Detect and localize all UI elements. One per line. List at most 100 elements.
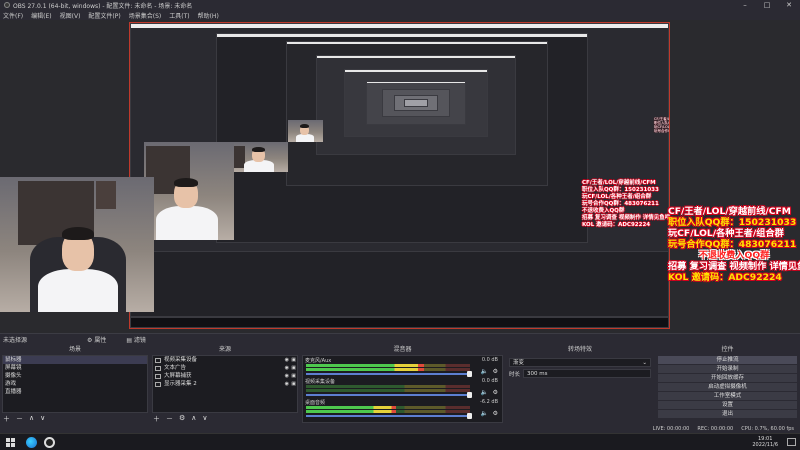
speaker-icon[interactable]: 🔈 xyxy=(481,389,488,396)
add-scene-button[interactable]: ＋ xyxy=(3,414,10,424)
overlay-line: 不退收费入QQ群 xyxy=(698,250,770,261)
level-meter xyxy=(306,406,397,409)
move-down-icon[interactable]: ∨ xyxy=(202,414,207,424)
notification-icon[interactable] xyxy=(787,438,796,446)
scene-item[interactable]: 鼠标器 xyxy=(3,356,147,364)
system-clock[interactable]: 19:01 2022/11/6 xyxy=(752,436,778,448)
start-replay-buffer-button[interactable]: 开始回放缓存 xyxy=(658,374,797,382)
webcam-feed-large xyxy=(144,142,234,240)
level-meter xyxy=(306,410,397,413)
gear-icon[interactable]: ⚙ xyxy=(493,410,498,417)
settings-button[interactable]: 设置 xyxy=(658,401,797,409)
add-source-button[interactable]: ＋ xyxy=(153,414,160,424)
volume-slider[interactable] xyxy=(306,392,472,398)
move-up-icon[interactable]: ∧ xyxy=(191,414,196,424)
move-down-icon[interactable]: ∨ xyxy=(40,414,45,424)
rec-timer: REC: 00:00:00 xyxy=(697,426,734,432)
speaker-icon[interactable]: 🔈 xyxy=(481,368,488,375)
source-item[interactable]: 文本广告 ◉ ▣ xyxy=(153,364,297,372)
source-item[interactable]: 显示器采集 2 ◉ ▣ xyxy=(153,380,297,388)
volume-knob[interactable] xyxy=(467,413,472,419)
maximize-button[interactable]: □ xyxy=(756,0,778,10)
level-meter xyxy=(306,368,425,371)
sources-dock: 来源 视频采集设备 ◉ ▣ 文本广告 ◉ ▣ 大屏幕捕获 ◉ ▣ 显示器采集 2… xyxy=(150,345,300,425)
studio-mode-button[interactable]: 工作室模式 xyxy=(658,392,797,400)
overlay-line: 玩号合作QQ群：483076211 xyxy=(668,239,797,250)
lock-icon[interactable]: ▣ xyxy=(291,372,296,380)
window-icon xyxy=(155,373,161,379)
preview-area[interactable]: CF/王者/LOL/穿越前线/CFM 职位入队QQ群：150231033 玩CF… xyxy=(0,20,800,333)
scene-item[interactable]: 屏幕镜 xyxy=(3,364,147,372)
overlay-line: 玩CF/LOL/各种王者/组合群 xyxy=(668,228,784,239)
cpu-fps: CPU: 0.7%, 60.00 fps xyxy=(741,426,794,432)
remove-scene-button[interactable]: － xyxy=(16,414,23,424)
start-virtual-camera-button[interactable]: 启动虚拟摄像机 xyxy=(658,383,797,391)
no-source-label: 未选择源 xyxy=(3,337,28,344)
scene-item[interactable]: 摄像头 xyxy=(3,372,147,380)
filters-button[interactable]: ▤ 滤镜 xyxy=(126,335,156,344)
gear-icon[interactable]: ⚙ xyxy=(493,368,498,375)
duration-input[interactable]: 300 ms xyxy=(523,369,651,378)
windows-start-icon[interactable] xyxy=(6,438,15,447)
lock-icon[interactable]: ▣ xyxy=(291,364,296,372)
volume-slider[interactable] xyxy=(306,371,472,377)
status-bar: LIVE: 00:00:00 REC: 00:00:00 CPU: 0.7%, … xyxy=(0,425,800,433)
windows-taskbar: 19:01 2022/11/6 xyxy=(0,433,800,450)
visibility-eye-icon[interactable]: ◉ xyxy=(285,364,289,372)
controls-title: 控件 xyxy=(721,346,734,353)
menu-view[interactable]: 视图(V) xyxy=(60,11,81,20)
monitor-icon xyxy=(155,381,161,387)
transition-select[interactable]: 渐变 ⌄ xyxy=(509,358,651,367)
nested-overlay-text: CF/王者/LOL/穿越前线/CFM 职位入队QQ群：150231033 玩CF… xyxy=(654,117,670,133)
start-recording-button[interactable]: 开始录制 xyxy=(658,365,797,373)
overlay-text-medium: CF/王者/LOL/穿越前线/CFM 职位入队QQ群：150231033 玩CF… xyxy=(582,180,671,228)
gear-icon[interactable]: ⚙ xyxy=(493,389,498,396)
menu-help[interactable]: 帮助(H) xyxy=(198,11,219,20)
window-controls: – □ ✕ xyxy=(734,0,800,10)
transitions-title: 转场特效 xyxy=(567,346,592,353)
overlay-line: 招募 复习调查 视频制作 详情见鱼吧 xyxy=(668,261,800,272)
mixer-channel-video: 视频采集设备 0.0 dB 🔈 ⚙ xyxy=(305,378,498,398)
scenes-title: 场景 xyxy=(68,346,81,353)
source-toolbar: 未选择源 ⚙ 属性 ▤ 滤镜 xyxy=(0,333,800,345)
lock-icon[interactable]: ▣ xyxy=(291,380,296,388)
speaker-icon[interactable]: 🔈 xyxy=(481,410,488,417)
visibility-eye-icon[interactable]: ◉ xyxy=(285,372,289,380)
minimize-button[interactable]: – xyxy=(734,0,756,10)
menu-bar: 文件(F) 编辑(E) 视图(V) 配置文件(P) 场景集合(S) 工具(T) … xyxy=(0,10,800,20)
gear-icon[interactable]: ⚙ xyxy=(179,414,185,424)
menu-edit[interactable]: 编辑(E) xyxy=(31,11,51,20)
menu-profile[interactable]: 配置文件(P) xyxy=(88,11,120,20)
sources-toolbar: ＋ － ⚙ ∧ ∨ xyxy=(153,414,208,424)
nested-taskbar xyxy=(130,317,669,328)
source-item[interactable]: 大屏幕捕获 ◉ ▣ xyxy=(153,372,297,380)
sources-list: 视频采集设备 ◉ ▣ 文本广告 ◉ ▣ 大屏幕捕获 ◉ ▣ 显示器采集 2 ◉ … xyxy=(152,355,298,413)
overlay-text-main: CF/王者/LOL/穿越前线/CFM 职位入队QQ群：150231033 玩CF… xyxy=(668,206,800,283)
exit-button[interactable]: 退出 xyxy=(658,410,797,418)
volume-slider[interactable] xyxy=(306,413,472,419)
edge-browser-icon[interactable] xyxy=(26,437,37,448)
scene-item[interactable]: 游戏 xyxy=(3,380,147,388)
visibility-eye-icon[interactable]: ◉ xyxy=(285,356,289,364)
close-button[interactable]: ✕ xyxy=(778,0,800,10)
properties-button[interactable]: ⚙ 属性 xyxy=(87,335,116,344)
obs-taskbar-icon[interactable] xyxy=(44,437,55,448)
duration-label: 时长 xyxy=(509,372,521,378)
webcam-feed-small xyxy=(288,120,323,142)
stop-streaming-button[interactable]: 停止推流 xyxy=(658,356,797,364)
mixer-channels: 麦克风/Aux 0.0 dB 🔈 ⚙ 视频采集设备 0.0 dB 🔈 ⚙ 桌面音… xyxy=(302,355,503,423)
scenes-dock: 场景 鼠标器 屏幕镜 摄像头 游戏 直播器 ＋ － ∧ ∨ xyxy=(0,345,150,425)
menu-scene-collection[interactable]: 场景集合(S) xyxy=(129,11,162,20)
menu-file[interactable]: 文件(F) xyxy=(3,11,23,20)
move-up-icon[interactable]: ∧ xyxy=(29,414,34,424)
source-item[interactable]: 视频采集设备 ◉ ▣ xyxy=(153,356,297,364)
nested-docks xyxy=(130,251,669,317)
mixer-channel-desktop: 桌面音频 -6.2 dB 🔈 ⚙ xyxy=(305,399,498,419)
remove-source-button[interactable]: － xyxy=(166,414,173,424)
controls-dock: 控件 停止推流 开始录制 开始回放缓存 启动虚拟摄像机 工作室模式 设置 退出 xyxy=(655,345,800,425)
menu-tools[interactable]: 工具(T) xyxy=(169,11,189,20)
window-title: OBS 27.0.1 (64-bit, windows) - 配置文件: 未命名… xyxy=(13,2,193,10)
scene-item[interactable]: 直播器 xyxy=(3,388,147,396)
visibility-eye-icon[interactable]: ◉ xyxy=(285,380,289,388)
lock-icon[interactable]: ▣ xyxy=(291,356,296,364)
